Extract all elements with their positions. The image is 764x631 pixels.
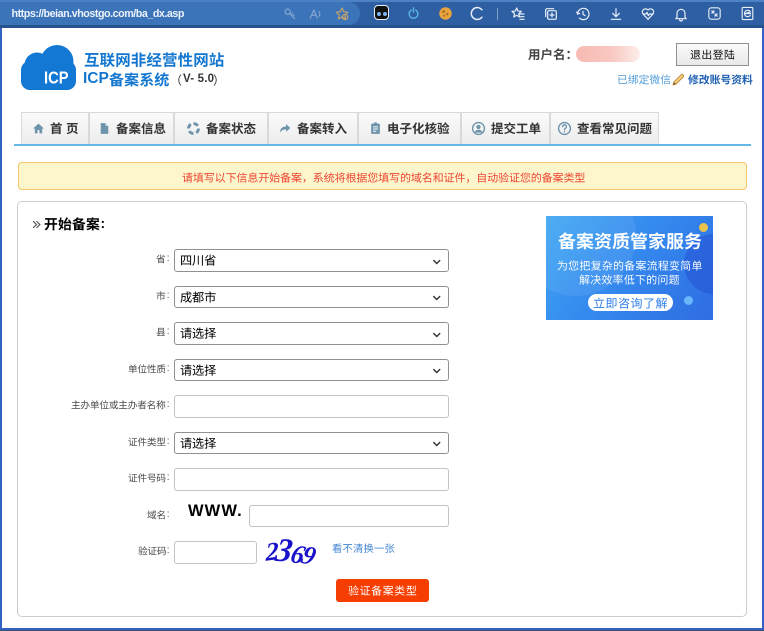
svg-text:ICP: ICP — [44, 68, 69, 88]
